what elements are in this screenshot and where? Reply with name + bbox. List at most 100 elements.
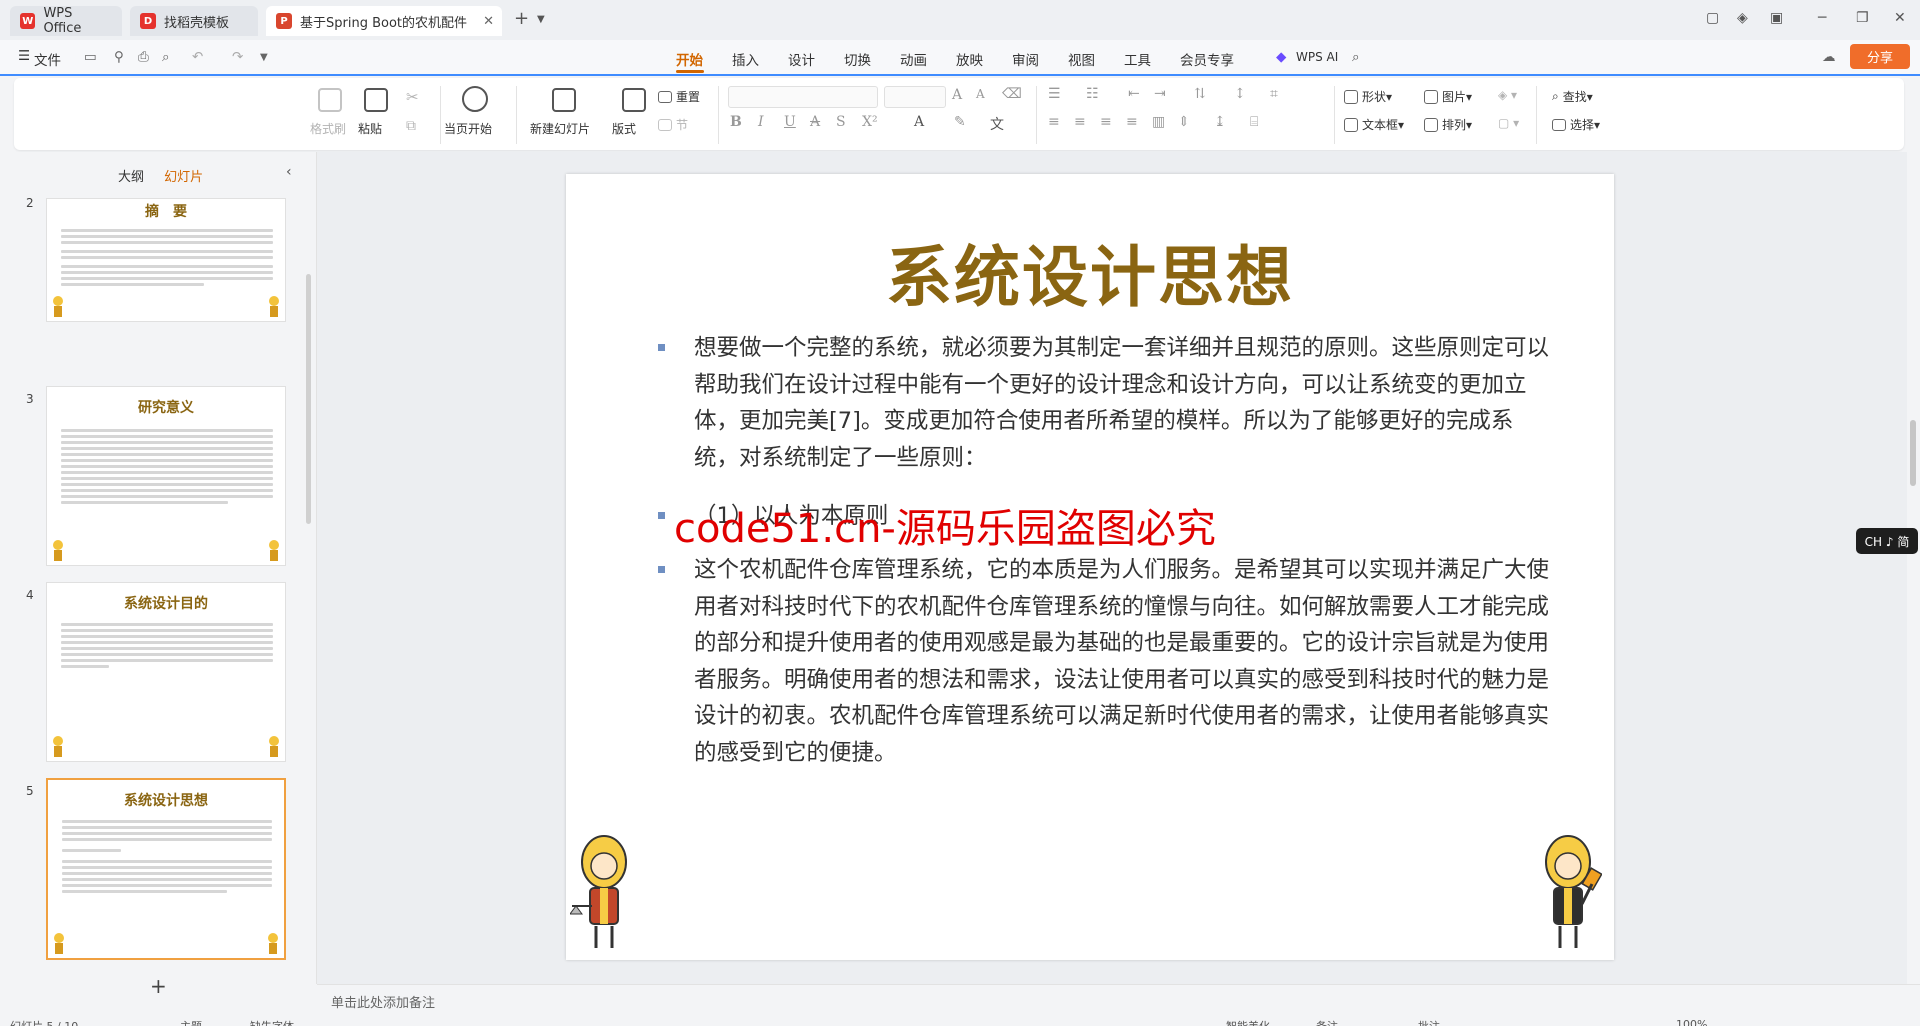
print-icon[interactable]: ⎙ [138, 49, 149, 65]
menu-design[interactable]: 设计 [788, 49, 815, 69]
tab-outline[interactable]: 大纲 [118, 170, 144, 185]
increase-font-icon[interactable]: A [952, 87, 962, 103]
notes-pane[interactable]: 单击此处添加备注 [317, 984, 1920, 1014]
close-window-icon[interactable]: ✕ [1894, 10, 1906, 26]
print-preview-icon[interactable]: ⌕ [162, 49, 170, 65]
indent-icon[interactable]: ⇥ [1154, 86, 1166, 102]
add-slide-button[interactable]: + [150, 974, 167, 998]
canvas-scrollbar[interactable] [1908, 152, 1920, 984]
search-icon[interactable]: ⌕ [1352, 49, 1360, 65]
share-button[interactable]: 分享 [1850, 44, 1910, 69]
file-menu[interactable]: 文件 [34, 49, 61, 69]
number-list-icon[interactable]: ☷ [1086, 86, 1099, 102]
tab-list-chevron-icon[interactable]: ▼ [537, 14, 545, 25]
justify-icon[interactable]: ≡ [1126, 114, 1138, 130]
close-tab-icon[interactable]: ✕ [483, 14, 494, 29]
tab-slides[interactable]: 幻灯片 [164, 170, 203, 185]
collapse-panel-icon[interactable]: ‹ [286, 164, 292, 180]
smart-beautify-button[interactable]: 智能美化 [1226, 1018, 1270, 1026]
smart-art-icon[interactable]: ⌗ [1270, 86, 1278, 102]
wps-ai-button[interactable]: WPS AI [1296, 50, 1338, 64]
vertical-align-icon[interactable]: ⇕ [1178, 114, 1190, 130]
format-painter-button[interactable]: 格式刷 [310, 120, 346, 137]
copy-icon[interactable]: ⧉ [406, 118, 416, 134]
slide[interactable]: 系统设计思想 想要做一个完整的系统，就必须要为其制定一套详细并且规范的原则。这些… [566, 174, 1614, 960]
notes-toggle[interactable]: 备注 [1316, 1018, 1338, 1026]
align-right-icon[interactable]: ≡ [1100, 114, 1112, 130]
comments-toggle[interactable]: 批注 [1418, 1018, 1440, 1026]
paste-icon[interactable] [364, 88, 388, 112]
theme-label[interactable]: 主题 [180, 1018, 202, 1026]
layout-icon[interactable]: ▢ [1706, 10, 1719, 26]
outdent-icon[interactable]: ⇤ [1128, 86, 1140, 102]
restore-icon[interactable]: ❐ [1856, 10, 1869, 26]
avatar-icon[interactable]: ▣ [1770, 10, 1783, 26]
highlight-icon[interactable]: ✎ [954, 114, 966, 130]
select-button[interactable]: 选择 ▾ [1552, 116, 1600, 133]
ime-indicator[interactable]: CH ♪ 简 [1856, 528, 1918, 554]
textbox-button[interactable]: 文本框 ▾ [1344, 116, 1404, 133]
slide-thumbnail[interactable]: 摘 要 [46, 198, 286, 322]
shadow-icon[interactable]: S [836, 114, 846, 130]
section-button[interactable]: 节 [658, 116, 688, 133]
undo-icon[interactable]: ↶ [192, 49, 203, 65]
play-from-current-icon[interactable] [462, 86, 488, 112]
picture-button[interactable]: 图片 ▾ [1424, 88, 1472, 105]
bold-icon[interactable]: B [730, 114, 742, 130]
text-direction-icon[interactable]: ⇅ [1194, 86, 1206, 102]
slide-thumbnail-selected[interactable]: 系统设计思想 [46, 778, 286, 960]
clear-format-icon[interactable]: ⌫ [1002, 86, 1022, 102]
minimize-icon[interactable]: ─ [1818, 10, 1826, 26]
redo-icon[interactable]: ↷ [232, 49, 243, 65]
menu-insert[interactable]: 插入 [732, 49, 759, 69]
cut-icon[interactable]: ✂ [406, 88, 419, 106]
shape-button[interactable]: 形状 ▾ [1344, 88, 1392, 105]
new-slide-button[interactable]: 新建幻灯片 [530, 120, 590, 137]
save-icon[interactable]: ▭ [84, 49, 97, 65]
outline-icon[interactable]: ▢ ▾ [1498, 116, 1519, 130]
tab-wps-office[interactable]: W WPS Office [10, 6, 122, 36]
menu-tools[interactable]: 工具 [1124, 49, 1151, 69]
strikethrough-icon[interactable]: A [810, 114, 820, 130]
para-spacing-icon[interactable]: ⌸ [1250, 114, 1258, 130]
underline-icon[interactable]: U [784, 114, 796, 130]
cloud-upload-icon[interactable]: ☁ [1822, 49, 1836, 65]
slide-paragraph-1[interactable]: 想要做一个完整的系统，就必须要为其制定一套详细并且规范的原则。这些原则定可以帮助… [694, 330, 1554, 476]
pinyin-icon[interactable]: 文 [990, 114, 1004, 134]
new-tab-button[interactable]: + [514, 8, 529, 29]
arrange-button[interactable]: 排列 ▾ [1424, 116, 1472, 133]
fill-icon[interactable]: ◈ ▾ [1498, 88, 1517, 102]
menu-animation[interactable]: 动画 [900, 49, 927, 69]
panel-scrollbar[interactable] [306, 274, 311, 524]
new-slide-icon[interactable] [552, 88, 576, 112]
slide-title[interactable]: 系统设计思想 [566, 224, 1614, 320]
missing-font-button[interactable]: 缺失字体 [250, 1018, 294, 1026]
zoom-level[interactable]: 100% [1676, 1018, 1707, 1026]
paste-button[interactable]: 粘贴 [358, 120, 382, 137]
menu-transition[interactable]: 切换 [844, 49, 871, 69]
slide-thumbnail[interactable]: 系统设计目的 [46, 582, 286, 762]
find-button[interactable]: ⌕ 查找 ▾ [1552, 88, 1593, 105]
menu-view[interactable]: 视图 [1068, 49, 1095, 69]
decrease-font-icon[interactable]: A [976, 87, 985, 101]
cube-icon[interactable]: ◈ [1737, 10, 1748, 26]
layout-icon[interactable] [622, 88, 646, 112]
superscript-icon[interactable]: X² [862, 114, 878, 130]
align-center-icon[interactable]: ≡ [1074, 114, 1086, 130]
align-left-icon[interactable]: ≡ [1048, 114, 1060, 130]
italic-icon[interactable]: I [758, 114, 764, 130]
columns-icon[interactable]: ▥ [1152, 114, 1165, 130]
more-chevron-icon[interactable]: ▼ [260, 52, 268, 63]
font-family-select[interactable] [728, 86, 878, 108]
layout-button[interactable]: 版式 [612, 120, 636, 137]
scroll-thumb[interactable] [1910, 420, 1916, 486]
pin-icon[interactable]: ⚲ [114, 49, 124, 65]
sort-icon[interactable]: ↕ [1234, 86, 1246, 102]
reset-button[interactable]: 重置 [658, 88, 700, 105]
slide-thumbnail[interactable]: 研究意义 [46, 386, 286, 566]
menu-member[interactable]: 会员专享 [1180, 49, 1234, 69]
menu-home[interactable]: 开始 [676, 49, 703, 69]
notes-placeholder[interactable]: 单击此处添加备注 [331, 992, 435, 1011]
bullet-list-icon[interactable]: ☰ [1048, 86, 1061, 102]
menu-review[interactable]: 审阅 [1012, 49, 1039, 69]
